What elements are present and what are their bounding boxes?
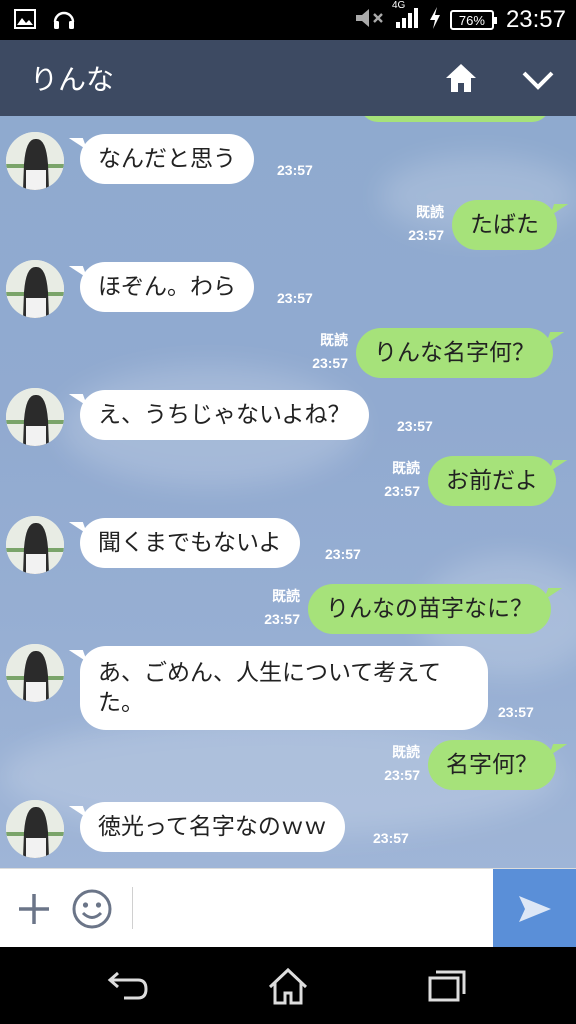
back-button[interactable] [104, 965, 152, 1007]
send-icon [518, 895, 551, 922]
message-time: 23:57 [277, 290, 313, 306]
previous-message-bubble [360, 116, 550, 122]
message-time: 23:57 [498, 704, 534, 720]
message-bubble-outgoing[interactable]: りんなの苗字なに？ [308, 584, 551, 634]
message-bubble-outgoing[interactable]: りんな名字何？ [356, 328, 553, 378]
back-icon [107, 971, 148, 1000]
message-bubble-outgoing[interactable]: 名字何？ [428, 740, 556, 790]
message-input-bar [0, 868, 576, 948]
read-receipt: 既読 [272, 589, 300, 605]
avatar[interactable] [6, 644, 64, 702]
avatar[interactable] [6, 260, 64, 318]
message-bubble-outgoing[interactable]: お前だよ [428, 456, 556, 506]
message-time: 23:57 [397, 418, 433, 434]
message-bubble-outgoing[interactable]: たばた [452, 200, 557, 250]
message-time: 23:57 [384, 483, 420, 499]
recents-button[interactable] [424, 965, 472, 1007]
message-bubble-incoming[interactable]: え、うちじゃないよね？ [80, 390, 369, 440]
avatar[interactable] [6, 800, 64, 858]
message-bubble-incoming[interactable]: 聞くまでもないよ [80, 518, 300, 568]
message-meta: 既読 23:57 [254, 586, 300, 630]
read-receipt: 既読 [416, 205, 444, 221]
message-time: 23:57 [325, 546, 361, 562]
message-time: 23:57 [277, 162, 313, 178]
message-bubble-incoming[interactable]: あ、ごめん、人生について考えてた。 [80, 646, 488, 730]
avatar[interactable] [6, 516, 64, 574]
message-time: 23:57 [312, 355, 348, 371]
plus-icon [19, 894, 49, 924]
message-bubble-incoming[interactable]: ほぞん。わら [80, 262, 254, 312]
send-button[interactable] [493, 869, 576, 948]
page-title: りんな [30, 63, 115, 96]
smiley-icon [72, 889, 112, 929]
home-nav-button[interactable] [264, 965, 312, 1007]
chat-area[interactable]: なんだと思う 23:57 既読 23:57 たばた ほぞん。わら 23:57 既… [0, 116, 576, 868]
chat-header: りんな [0, 40, 576, 116]
message-time: 23:57 [264, 611, 300, 627]
avatar[interactable] [6, 132, 64, 190]
status-left-icons [14, 8, 76, 34]
input-divider [132, 887, 133, 929]
chevron-down-icon [522, 71, 554, 90]
charging-icon [428, 6, 442, 34]
sticker-button[interactable] [70, 887, 114, 931]
message-time: 23:57 [408, 227, 444, 243]
home-icon [446, 64, 476, 92]
headphones-icon [52, 8, 76, 34]
recents-icon [428, 970, 466, 1002]
mute-icon [354, 7, 386, 33]
signal-icon: 4G [392, 0, 420, 34]
menu-toggle-button[interactable] [518, 60, 558, 100]
status-right-icons: 4G 76% 23:57 [354, 0, 566, 36]
network-label: 4G [391, 0, 406, 11]
message-time: 23:57 [384, 767, 420, 783]
message-input[interactable] [140, 881, 485, 936]
image-icon [14, 9, 36, 33]
read-receipt: 既読 [392, 461, 420, 477]
home-button[interactable] [441, 58, 481, 98]
add-attachment-button[interactable] [14, 889, 54, 929]
status-bar: 4G 76% 23:57 [0, 0, 576, 40]
battery-indicator: 76% [449, 10, 497, 30]
home-icon [268, 967, 308, 1005]
message-meta: 既読 23:57 [398, 202, 444, 246]
message-meta: 既読 23:57 [374, 458, 420, 502]
message-meta: 既読 23:57 [302, 330, 348, 374]
message-time: 23:57 [373, 830, 409, 846]
avatar[interactable] [6, 388, 64, 446]
read-receipt: 既読 [320, 333, 348, 349]
read-receipt: 既読 [392, 745, 420, 761]
message-meta: 既読 23:57 [374, 742, 420, 786]
status-clock: 23:57 [505, 6, 566, 33]
message-bubble-incoming[interactable]: 徳光って名字なのｗｗ [80, 802, 345, 852]
message-bubble-incoming[interactable]: なんだと思う [80, 134, 254, 184]
system-nav-bar [0, 947, 576, 1024]
